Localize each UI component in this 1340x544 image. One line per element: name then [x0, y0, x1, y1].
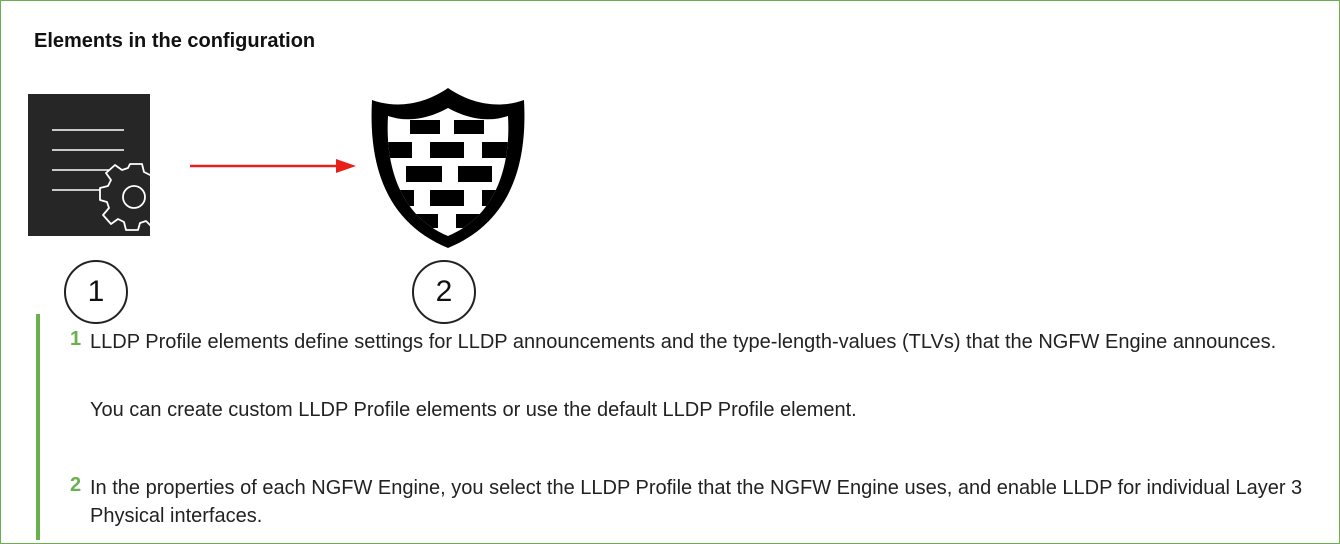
diagram-title: Elements in the configuration [34, 30, 316, 52]
ngfw-engine-firewall-shield-icon [371, 88, 525, 248]
legend-number-1: 1 [70, 328, 82, 350]
legend-text-2: In the properties of each NGFW Engine, y… [90, 477, 1303, 527]
legend-note-1: You can create custom LLDP Profile eleme… [90, 399, 857, 421]
legend-item-2: 2 In the properties of each NGFW Engine,… [36, 466, 1340, 540]
legend-item-1: 1 LLDP Profile elements define settings … [36, 314, 1340, 466]
legend-text-1: LLDP Profile elements define settings fo… [90, 331, 1277, 353]
legend-number-2: 2 [70, 474, 82, 496]
lldp-profile-document-gear-icon [28, 94, 150, 236]
connection-arrow [190, 159, 356, 173]
